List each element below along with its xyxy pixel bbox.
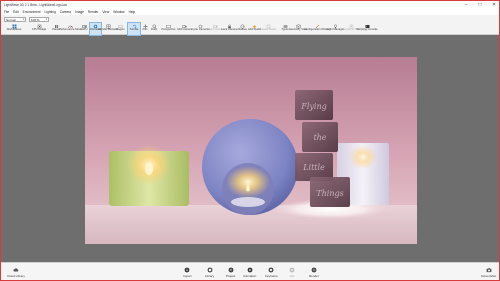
tool-insert-camera[interactable]: Insert Camera (207, 23, 224, 35)
tool-performance-mode[interactable]: Performance Mode (59, 23, 82, 35)
tool-tumble[interactable]: Tumble (127, 22, 141, 36)
tool-region[interactable]: Region (115, 23, 126, 35)
close-button[interactable]: ✕ (491, 1, 497, 9)
toolbar: Normal ▾ 100 % ▾ Workspaces CPU Usage Pa… (1, 15, 499, 36)
title-bar: LightWave 3D 2.1 Beta - LightWaveLogo.lw… (1, 1, 499, 9)
mode-select[interactable]: Normal ▾ (4, 16, 26, 22)
menu-render[interactable]: Render (88, 10, 98, 14)
project-icon (228, 267, 234, 273)
tool-label: Scripting Console (356, 27, 378, 31)
status-label: Net (289, 274, 295, 278)
render-icon (311, 267, 317, 273)
tool-label: Dolly (151, 27, 157, 31)
cube-word: Things (316, 189, 343, 198)
tool-render-buckets[interactable]: Render Buckets (98, 23, 118, 35)
tool-create-studio[interactable]: Create Studio (259, 23, 277, 35)
minimize-button[interactable]: – (463, 1, 469, 9)
tool-label: GPU (81, 27, 88, 31)
menu-file[interactable]: File (4, 10, 9, 14)
tool-label: Pan (142, 27, 148, 31)
menu-lighting[interactable]: Lighting (45, 10, 56, 14)
tool-radius[interactable]: Radius (237, 23, 248, 35)
net-icon (289, 267, 295, 273)
rendered-scene[interactable]: Flying the Little Things (85, 57, 417, 244)
status-label: Animation (243, 274, 257, 278)
status-label: Screenshot (481, 274, 497, 278)
menu-window[interactable]: Window (113, 10, 124, 14)
tool-cycle-cameras[interactable]: Cycle Cameras (191, 23, 210, 35)
import-icon (184, 267, 190, 273)
library-button[interactable]: Library (205, 267, 214, 278)
cube-word: Little (302, 163, 325, 172)
keyframe-icon (269, 267, 274, 273)
app-window: LightWave 3D 2.1 Beta - LightWaveLogo.lw… (0, 0, 500, 281)
zoom-select[interactable]: 100 % ▾ (29, 16, 49, 22)
tool-light-manager[interactable]: Light Manager (327, 23, 344, 35)
tool-geometry-view[interactable]: Geometry View (289, 23, 307, 35)
tool-label: Configuration Wizard (304, 27, 330, 31)
project-button[interactable]: Project (226, 267, 235, 278)
chevron-down-icon: ▾ (45, 17, 47, 21)
zoom-select-value: 100 % (31, 17, 40, 22)
tool-label: Add Camera (176, 27, 193, 31)
blue-glass-sphere (202, 119, 298, 215)
tool-label: Create Studio (259, 27, 277, 31)
status-label: Render (309, 274, 319, 278)
tool-cpu-usage[interactable]: CPU Usage (29, 23, 49, 35)
tool-label: Types (281, 27, 289, 31)
tool-label: Workspaces (6, 27, 22, 31)
tool-label: Performance Mode (59, 27, 82, 31)
cube-word: Flying (300, 102, 326, 111)
status-label: Keyframe (265, 274, 278, 278)
mode-select-value: Normal (6, 17, 16, 22)
tool-label: Perspective (161, 27, 176, 31)
library-icon (207, 267, 212, 273)
tool-configuration-wizard[interactable]: Configuration Wizard (304, 23, 330, 35)
tool-add-studio[interactable]: Add Studio (248, 23, 261, 35)
render-button[interactable]: Render (309, 267, 319, 278)
cloud-library-button[interactable]: Cloud Library (7, 267, 25, 278)
tool-label: Radius (238, 27, 247, 31)
tool-gpu[interactable]: GPU (80, 23, 89, 35)
cube-word: the (313, 133, 326, 142)
window-title: LightWave 3D 2.1 Beta - LightWaveLogo.lw… (4, 3, 68, 7)
import-button[interactable]: Import (183, 267, 192, 278)
maximize-button[interactable]: □ (477, 1, 483, 9)
keyframe-button[interactable]: Keyframe (265, 267, 278, 278)
menu-environment[interactable]: Environment (23, 10, 41, 14)
animation-button[interactable]: Animation (243, 267, 256, 278)
tool-scripting-console[interactable]: Scripting Console (356, 23, 378, 35)
tool-label: CPU Usage (31, 27, 47, 31)
green-candle-holder (109, 145, 189, 206)
menu-edit[interactable]: Edit (13, 10, 19, 14)
tool-pan[interactable]: Pan (141, 23, 149, 35)
status-label: Project (226, 274, 236, 278)
window-controls: – □ ✕ (463, 1, 497, 9)
net-button[interactable]: Net (289, 267, 295, 278)
animation-icon (247, 267, 253, 273)
screenshot-button[interactable]: Screenshot (481, 267, 496, 278)
screenshot-icon (486, 268, 491, 273)
tool-label: Lock Camera (221, 27, 238, 31)
status-label: Import (183, 274, 192, 278)
chevron-down-icon: ▾ (22, 17, 24, 21)
tool-lock-camera[interactable]: Lock Camera (221, 23, 238, 35)
tool-perspective[interactable]: Perspective (160, 23, 177, 35)
tool-label: Region (116, 27, 125, 31)
render-viewport[interactable]: Flying the Little Things (1, 36, 499, 262)
tool-add-camera[interactable]: Add Camera (176, 23, 193, 35)
menu-image[interactable]: Image (75, 10, 84, 14)
tool-dolly[interactable]: Dolly (149, 23, 159, 35)
tool-workspaces[interactable]: Workspaces (4, 23, 24, 35)
status-bar: Cloud Library Import Library Project Ani… (1, 262, 499, 280)
cloud-library-icon (13, 268, 19, 272)
menu-help[interactable]: Help (129, 10, 136, 14)
menu-view[interactable]: View (102, 10, 109, 14)
tool-label: Tumble (129, 27, 139, 31)
status-label: Cloud Library (7, 274, 25, 278)
menu-camera[interactable]: Camera (60, 10, 71, 14)
status-label: Library (205, 274, 215, 278)
